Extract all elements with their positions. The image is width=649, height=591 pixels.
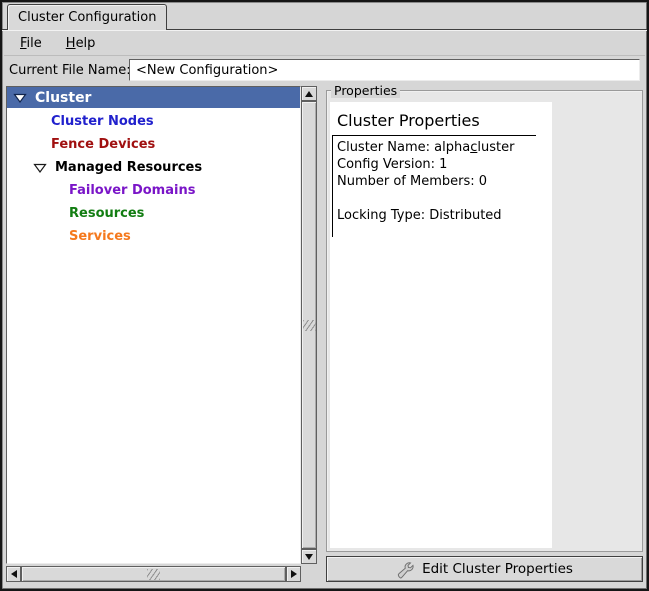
tree-item-resources[interactable]: Resources — [7, 202, 300, 225]
scroll-down-button[interactable] — [301, 549, 317, 564]
tree-item-cluster-nodes[interactable]: Cluster Nodes — [7, 110, 300, 133]
tree-item-failover-domains[interactable]: Failover Domains — [7, 179, 300, 202]
tree-horizontal-scrollbar[interactable] — [6, 566, 301, 582]
current-file-name-input[interactable] — [129, 59, 640, 81]
left-arrow-icon — [11, 570, 17, 578]
tab-cluster-configuration[interactable]: Cluster Configuration — [7, 4, 167, 30]
scroll-left-button[interactable] — [6, 566, 21, 582]
up-arrow-icon — [305, 91, 313, 97]
wrench-icon — [396, 560, 417, 579]
menu-bar: File Help — [4, 32, 645, 56]
horizontal-scrollbar-thumb[interactable] — [21, 566, 286, 582]
right-arrow-icon — [291, 570, 297, 578]
menu-file[interactable]: File — [12, 34, 50, 53]
edit-cluster-properties-button[interactable]: Edit Cluster Properties — [326, 556, 643, 582]
scroll-right-button[interactable] — [286, 566, 301, 582]
locking-type-line: Locking Type: Distributed — [337, 207, 552, 224]
properties-frame-label: Properties — [331, 83, 400, 98]
expander-triangle-down-icon[interactable] — [13, 91, 27, 104]
file-name-bar: Current File Name: — [4, 57, 645, 84]
tree-item-label: Fence Devices — [51, 137, 155, 152]
properties-heading: Cluster Properties — [330, 102, 552, 135]
cluster-configuration-window: Cluster Configuration File Help Current … — [0, 0, 649, 591]
down-arrow-icon — [305, 554, 313, 560]
number-of-members-line: Number of Members: 0 — [337, 173, 552, 190]
tree-item-fence-devices[interactable]: Fence Devices — [7, 133, 300, 156]
tree-item-cluster[interactable]: Cluster — [7, 87, 300, 108]
expander-triangle-down-icon[interactable] — [33, 161, 47, 174]
current-file-name-label: Current File Name: — [4, 63, 131, 78]
edit-button-label: Edit Cluster Properties — [422, 561, 573, 577]
tree-vertical-scrollbar[interactable] — [301, 86, 317, 564]
properties-panel: Properties Cluster Properties Cluster Na… — [326, 86, 643, 582]
cluster-tree: Cluster Cluster Nodes Fence Devices Mana… — [6, 86, 301, 564]
properties-text-block: Cluster Name: alphacluster Config Versio… — [332, 136, 552, 237]
tree-item-managed-resources[interactable]: Managed Resources — [7, 156, 300, 179]
grip-lines-icon — [147, 569, 160, 580]
blank-line — [337, 190, 552, 207]
tree-item-label: Managed Resources — [55, 160, 202, 175]
tree-item-services[interactable]: Services — [7, 225, 300, 248]
tree-item-label: Cluster Nodes — [51, 114, 154, 129]
menu-help[interactable]: Help — [58, 34, 104, 53]
properties-frame: Properties Cluster Properties Cluster Na… — [326, 90, 643, 552]
tree-item-label: Services — [69, 229, 131, 244]
pane-splitter-handle[interactable] — [317, 86, 326, 582]
scroll-up-button[interactable] — [301, 86, 317, 101]
config-version-line: Config Version: 1 — [337, 156, 552, 173]
tree-item-label: Failover Domains — [69, 183, 195, 198]
tree-item-label: Resources — [69, 206, 144, 221]
tab-label: Cluster Configuration — [18, 10, 156, 25]
grip-lines-icon — [303, 320, 316, 331]
tree-item-label: Cluster — [35, 90, 91, 106]
vertical-scrollbar-thumb[interactable] — [301, 101, 317, 549]
cluster-name-line: Cluster Name: alphacluster — [337, 139, 552, 156]
properties-content: Cluster Properties Cluster Name: alphacl… — [330, 102, 552, 548]
